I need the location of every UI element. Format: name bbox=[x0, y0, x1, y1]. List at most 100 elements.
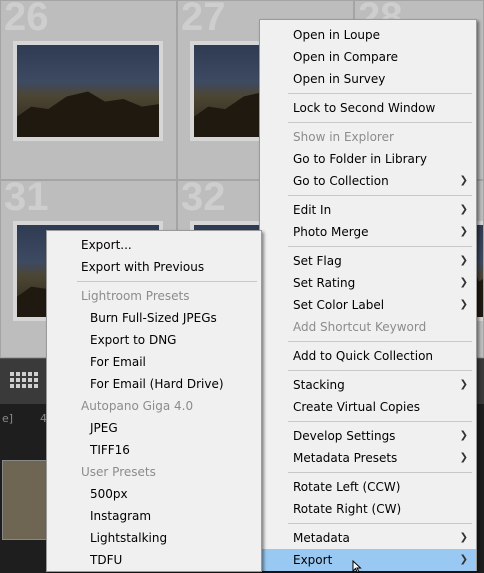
chevron-right-icon: ❯ bbox=[459, 554, 468, 565]
menu-item-metadata[interactable]: Metadata ❯ bbox=[260, 527, 476, 549]
menu-item-label: Add to Quick Collection bbox=[293, 349, 434, 363]
menu-item-show-in-explorer: Show in Explorer bbox=[260, 126, 476, 148]
menu-item-open-in-survey[interactable]: Open in Survey bbox=[260, 68, 476, 90]
menu-item-label: Open in Loupe bbox=[293, 28, 381, 42]
submenu-item-label: Export with Previous bbox=[81, 260, 205, 274]
submenu-item-for-email[interactable]: For Email bbox=[47, 351, 261, 373]
menu-item-edit-in[interactable]: Edit In ❯ bbox=[260, 199, 476, 221]
menu-separator bbox=[288, 472, 472, 473]
submenu-item-label: JPEG bbox=[90, 421, 118, 435]
menu-separator bbox=[288, 246, 472, 247]
menu-item-open-in-loupe[interactable]: Open in Loupe bbox=[260, 24, 476, 46]
chevron-right-icon: ❯ bbox=[459, 175, 468, 186]
menu-item-set-rating[interactable]: Set Rating ❯ bbox=[260, 272, 476, 294]
submenu-item-export-to-dng[interactable]: Export to DNG bbox=[47, 329, 261, 351]
filmstrip-marker: e] bbox=[2, 412, 14, 425]
menu-separator bbox=[288, 93, 472, 94]
chevron-right-icon: ❯ bbox=[459, 299, 468, 310]
chevron-right-icon: ❯ bbox=[459, 204, 468, 215]
submenu-item-label: Export... bbox=[81, 238, 132, 252]
submenu-item-label: Instagram bbox=[90, 509, 152, 523]
mouse-pointer-icon bbox=[352, 560, 362, 573]
menu-item-rotate-right[interactable]: Rotate Right (CW) bbox=[260, 498, 476, 520]
menu-item-rotate-left[interactable]: Rotate Left (CCW) bbox=[260, 476, 476, 498]
submenu-item-label: Lightstalking bbox=[90, 531, 168, 545]
submenu-item-label: TIFF16 bbox=[90, 443, 130, 457]
chevron-right-icon: ❯ bbox=[459, 532, 468, 543]
menu-item-label: Stacking bbox=[293, 378, 345, 392]
submenu-item-label: Burn Full-Sized JPEGs bbox=[90, 311, 217, 325]
menu-item-label: Rotate Right (CW) bbox=[293, 502, 402, 516]
menu-item-stacking[interactable]: Stacking ❯ bbox=[260, 374, 476, 396]
menu-separator bbox=[288, 122, 472, 123]
menu-item-label: Go to Folder in Library bbox=[293, 152, 427, 166]
cell-number: 32 bbox=[181, 180, 226, 219]
menu-item-create-virtual-copies[interactable]: Create Virtual Copies bbox=[260, 396, 476, 418]
submenu-header-label: User Presets bbox=[81, 465, 156, 479]
chevron-right-icon: ❯ bbox=[459, 277, 468, 288]
menu-item-label: Rotate Left (CCW) bbox=[293, 480, 401, 494]
menu-item-label: Metadata Presets bbox=[293, 451, 398, 465]
grid-view-icon[interactable] bbox=[10, 372, 38, 390]
submenu-item-label: Export to DNG bbox=[90, 333, 177, 347]
submenu-header-autopano-giga: Autopano Giga 4.0 bbox=[47, 395, 261, 417]
chevron-right-icon: ❯ bbox=[459, 379, 468, 390]
submenu-item-for-email-hard-drive[interactable]: For Email (Hard Drive) bbox=[47, 373, 261, 395]
menu-item-open-in-compare[interactable]: Open in Compare bbox=[260, 46, 476, 68]
menu-separator bbox=[288, 523, 472, 524]
menu-item-set-color-label[interactable]: Set Color Label ❯ bbox=[260, 294, 476, 316]
menu-item-go-to-collection[interactable]: Go to Collection ❯ bbox=[260, 170, 476, 192]
menu-item-label: Go to Collection bbox=[293, 174, 389, 188]
submenu-header-user-presets: User Presets bbox=[47, 461, 261, 483]
submenu-item-jpeg[interactable]: JPEG bbox=[47, 417, 261, 439]
submenu-item-label: For Email bbox=[90, 355, 146, 369]
menu-separator bbox=[288, 370, 472, 371]
submenu-item-tdfu[interactable]: TDFU bbox=[47, 549, 261, 571]
menu-item-develop-settings[interactable]: Develop Settings ❯ bbox=[260, 425, 476, 447]
menu-separator bbox=[77, 281, 257, 282]
menu-item-label: Set Color Label bbox=[293, 298, 385, 312]
menu-item-label: Photo Merge bbox=[293, 225, 369, 239]
cell-number: 26 bbox=[4, 0, 49, 39]
submenu-item-label: 500px bbox=[90, 487, 128, 501]
menu-item-set-flag[interactable]: Set Flag ❯ bbox=[260, 250, 476, 272]
menu-item-metadata-presets[interactable]: Metadata Presets ❯ bbox=[260, 447, 476, 469]
menu-item-export[interactable]: Export ❯ bbox=[260, 549, 476, 571]
submenu-header-label: Lightroom Presets bbox=[81, 289, 190, 303]
chevron-right-icon: ❯ bbox=[459, 430, 468, 441]
submenu-item-lightstalking[interactable]: Lightstalking bbox=[47, 527, 261, 549]
submenu-item-export-with-previous[interactable]: Export with Previous bbox=[47, 256, 261, 278]
export-submenu: Export... Export with Previous Lightroom… bbox=[46, 230, 262, 572]
submenu-header-label: Autopano Giga 4.0 bbox=[81, 399, 194, 413]
menu-item-label: Open in Compare bbox=[293, 50, 399, 64]
chevron-right-icon: ❯ bbox=[459, 226, 468, 237]
submenu-item-label: TDFU bbox=[90, 553, 123, 567]
menu-item-add-to-quick-collection[interactable]: Add to Quick Collection bbox=[260, 345, 476, 367]
submenu-header-lightroom-presets: Lightroom Presets bbox=[47, 285, 261, 307]
menu-item-add-shortcut-keyword: Add Shortcut Keyword bbox=[260, 316, 476, 338]
menu-separator bbox=[288, 341, 472, 342]
menu-item-lock-to-second-window[interactable]: Lock to Second Window bbox=[260, 97, 476, 119]
menu-item-go-to-folder[interactable]: Go to Folder in Library bbox=[260, 148, 476, 170]
submenu-item-tiff16[interactable]: TIFF16 bbox=[47, 439, 261, 461]
submenu-item-export[interactable]: Export... bbox=[47, 234, 261, 256]
menu-item-label: Open in Survey bbox=[293, 72, 386, 86]
menu-item-label: Edit In bbox=[293, 203, 332, 217]
photo-thumbnail[interactable] bbox=[13, 41, 163, 141]
menu-item-label: Set Flag bbox=[293, 254, 342, 268]
menu-separator bbox=[288, 421, 472, 422]
context-menu: Open in Loupe Open in Compare Open in Su… bbox=[259, 19, 477, 571]
submenu-item-500px[interactable]: 500px bbox=[47, 483, 261, 505]
menu-item-photo-merge[interactable]: Photo Merge ❯ bbox=[260, 221, 476, 243]
chevron-right-icon: ❯ bbox=[459, 452, 468, 463]
menu-item-label: Show in Explorer bbox=[293, 130, 394, 144]
cell-number: 27 bbox=[181, 0, 226, 39]
submenu-item-burn-full-sized-jpegs[interactable]: Burn Full-Sized JPEGs bbox=[47, 307, 261, 329]
grid-cell[interactable]: 26 bbox=[0, 0, 177, 180]
chevron-right-icon: ❯ bbox=[459, 255, 468, 266]
cell-number: 31 bbox=[4, 180, 49, 219]
submenu-item-instagram[interactable]: Instagram bbox=[47, 505, 261, 527]
menu-item-label: Create Virtual Copies bbox=[293, 400, 421, 414]
menu-item-label: Add Shortcut Keyword bbox=[293, 320, 427, 334]
menu-item-label: Export bbox=[293, 553, 333, 567]
